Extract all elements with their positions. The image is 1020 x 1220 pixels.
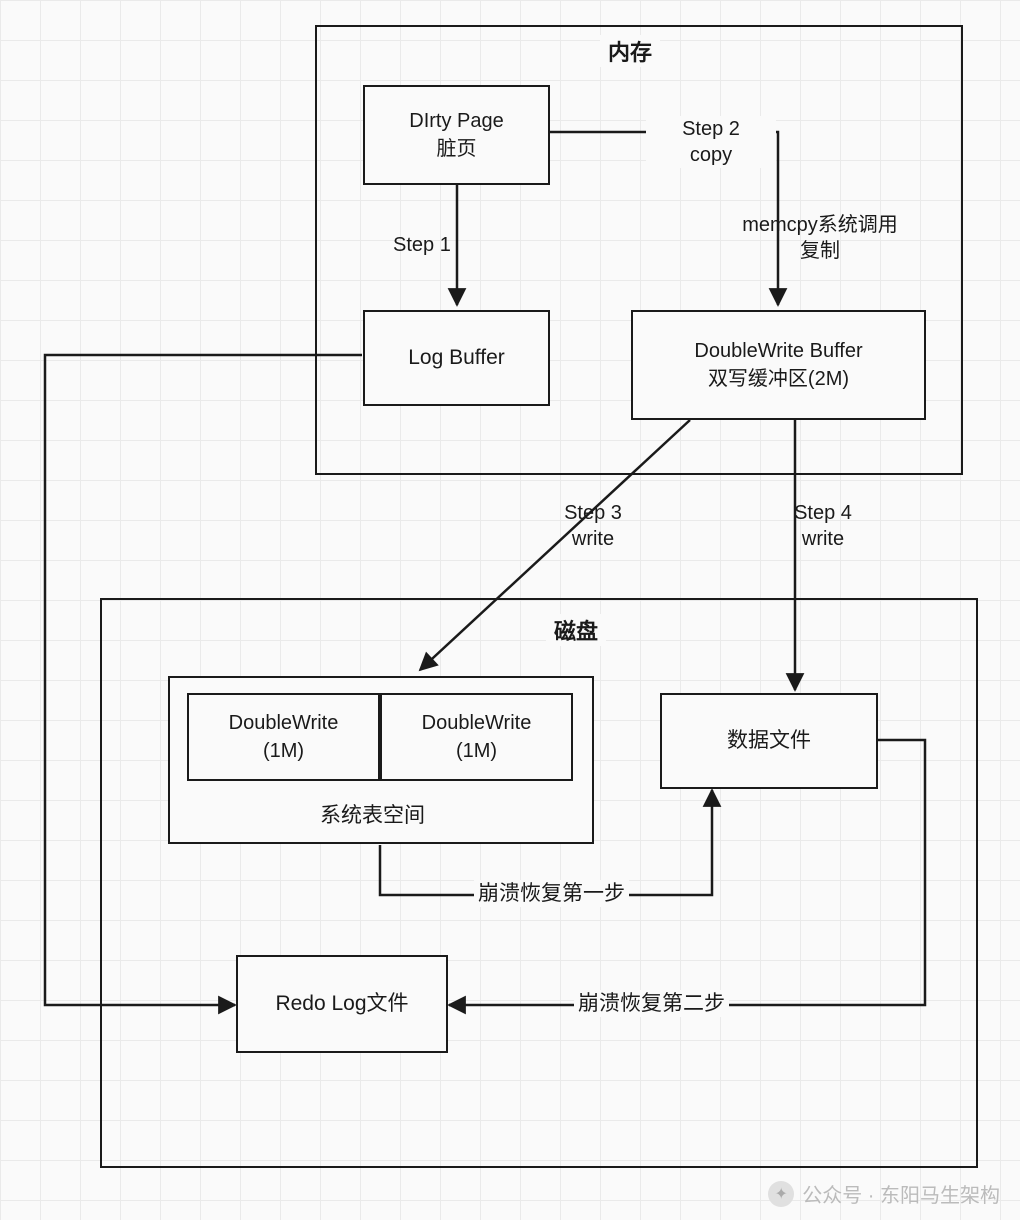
- step2-l1: Step 2: [682, 118, 740, 140]
- system-tablespace-label: 系统表空间: [316, 802, 429, 829]
- dirty-page-l2: 脏页: [437, 135, 477, 163]
- dw2-l1: DoubleWrite: [422, 709, 532, 737]
- step2-label: Step 2 copy: [646, 116, 776, 168]
- redo-log-box: Redo Log文件: [236, 955, 448, 1053]
- step4-label: Step 4 write: [758, 500, 888, 552]
- wechat-icon: ✦: [768, 1181, 794, 1207]
- dw-buffer-l2: 双写缓冲区(2M): [708, 365, 849, 393]
- doublewrite-buffer-box: DoubleWrite Buffer 双写缓冲区(2M): [631, 310, 926, 420]
- memcpy-l1: memcpy系统调用: [742, 214, 898, 236]
- step3-l1: Step 3: [564, 502, 622, 524]
- dw1-l1: DoubleWrite: [229, 709, 339, 737]
- dw2-l2: (1M): [456, 737, 497, 765]
- step2-l2: copy: [690, 144, 732, 166]
- dw1-l2: (1M): [263, 737, 304, 765]
- dw-buffer-l1: DoubleWrite Buffer: [694, 337, 862, 365]
- dirty-page-l1: DIrty Page: [409, 107, 503, 135]
- doublewrite-1m-left: DoubleWrite (1M): [187, 693, 380, 781]
- watermark-text: 公众号 · 东阳马生架构: [802, 1179, 1000, 1208]
- step3-label: Step 3 write: [528, 500, 658, 552]
- step1-label: Step 1: [389, 232, 455, 258]
- log-buffer-label: Log Buffer: [408, 343, 505, 372]
- crash-recovery-step2-label: 崩溃恢复第二步: [574, 990, 729, 1017]
- step4-l2: write: [802, 528, 844, 550]
- disk-title: 磁盘: [546, 614, 606, 646]
- watermark: ✦ 公众号 · 东阳马生架构: [768, 1179, 1000, 1208]
- memcpy-l2: 复制: [800, 240, 840, 262]
- memcpy-label: memcpy系统调用 复制: [700, 212, 940, 264]
- crash-recovery-step1-label: 崩溃恢复第一步: [474, 880, 629, 907]
- redo-log-label: Redo Log文件: [275, 989, 408, 1018]
- step4-l1: Step 4: [794, 502, 852, 524]
- doublewrite-1m-right: DoubleWrite (1M): [380, 693, 573, 781]
- log-buffer-box: Log Buffer: [363, 310, 550, 406]
- step3-l2: write: [572, 528, 614, 550]
- data-file-box: 数据文件: [660, 693, 878, 789]
- dirty-page-box: DIrty Page 脏页: [363, 85, 550, 185]
- memory-title: 内存: [600, 35, 660, 67]
- data-file-label: 数据文件: [727, 726, 811, 755]
